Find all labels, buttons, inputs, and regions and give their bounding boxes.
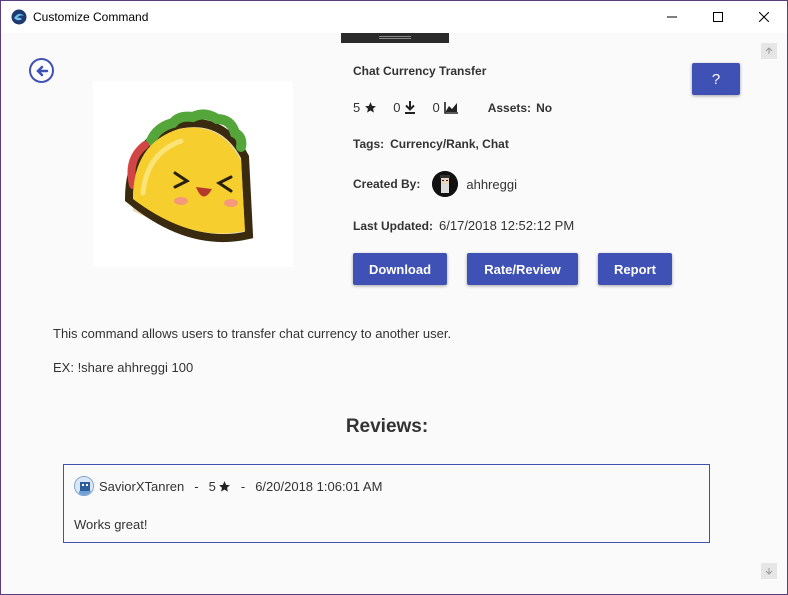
- installs-value: 0: [432, 100, 440, 115]
- downloads-stat: 0: [393, 100, 416, 115]
- review-text: Works great!: [74, 517, 148, 532]
- creator-avatar-image: [432, 171, 459, 197]
- customize-command-window: Customize Command Chat Currency Transfer…: [0, 0, 788, 595]
- created-by-row: Created By: ahhreggi: [353, 171, 517, 197]
- creator-name[interactable]: ahhreggi: [466, 177, 517, 192]
- review-card: SaviorXTanren - 5 - 6/20/2018 1:06:01 AM…: [63, 464, 710, 543]
- title-bar: Customize Command: [1, 1, 787, 33]
- close-icon: [759, 12, 769, 22]
- review-separator: -: [240, 478, 246, 494]
- installs-stat: 0: [432, 100, 458, 115]
- review-date: 6/20/2018 1:06:01 AM: [255, 478, 383, 494]
- reviewer-name: SaviorXTanren: [99, 478, 185, 494]
- close-button[interactable]: [741, 1, 787, 33]
- rating-stat: 5: [353, 100, 377, 115]
- command-thumbnail: [93, 81, 293, 267]
- drag-handle[interactable]: [341, 33, 449, 43]
- arrow-down-icon: [765, 568, 773, 575]
- chart-icon: [443, 101, 458, 114]
- tags-label: Tags:: [353, 137, 385, 151]
- created-by-label: Created By:: [353, 177, 421, 191]
- download-button[interactable]: Download: [353, 253, 447, 285]
- command-name: Chat Currency Transfer: [353, 64, 487, 78]
- command-stats: 5 0 0 Assets: No: [353, 100, 552, 115]
- window-controls: [649, 1, 787, 33]
- review-separator: -: [194, 478, 199, 494]
- arrow-left-icon: [35, 65, 48, 76]
- assets-label: Assets:: [487, 100, 532, 115]
- reviewer-avatar-image: [75, 477, 93, 495]
- scroll-down-button[interactable]: [761, 563, 777, 579]
- grip-lines: [379, 36, 411, 37]
- download-icon: [405, 101, 416, 114]
- window-title: Customize Command: [33, 10, 149, 24]
- tags-value: Currency/Rank, Chat: [390, 137, 509, 151]
- review-header: SaviorXTanren - 5 - 6/20/2018 1:06:01 AM: [74, 476, 382, 496]
- last-updated-row: Last Updated: 6/17/2018 12:52:12 PM: [353, 218, 574, 233]
- rate-review-button[interactable]: Rate/Review: [467, 253, 578, 285]
- minimize-icon: [667, 16, 677, 18]
- report-button[interactable]: Report: [598, 253, 672, 285]
- rating-value: 5: [353, 100, 361, 115]
- scroll-up-button[interactable]: [761, 43, 777, 59]
- command-example: EX: !share ahhreggi 100: [53, 360, 194, 375]
- maximize-icon: [713, 12, 723, 22]
- star-icon: [365, 102, 377, 113]
- assets-value: No: [536, 100, 553, 115]
- last-updated-label: Last Updated:: [353, 218, 434, 233]
- app-logo-icon: [11, 9, 27, 25]
- back-button[interactable]: [29, 58, 54, 83]
- last-updated-value: 6/17/2018 12:52:12 PM: [439, 218, 575, 233]
- star-icon: [218, 480, 230, 492]
- review-rating: 5: [208, 478, 216, 494]
- tags-row: Tags: Currency/Rank, Chat: [353, 137, 509, 151]
- creator-avatar: [432, 171, 459, 197]
- minimize-button[interactable]: [649, 1, 695, 33]
- maximize-button[interactable]: [695, 1, 741, 33]
- command-description: This command allows users to transfer ch…: [53, 326, 452, 341]
- downloads-value: 0: [393, 100, 401, 115]
- help-button[interactable]: ?: [692, 63, 740, 95]
- reviewer-avatar: [74, 476, 94, 496]
- taco-image: [124, 109, 254, 242]
- reviews-heading: Reviews:: [345, 416, 429, 437]
- arrow-up-icon: [765, 47, 773, 54]
